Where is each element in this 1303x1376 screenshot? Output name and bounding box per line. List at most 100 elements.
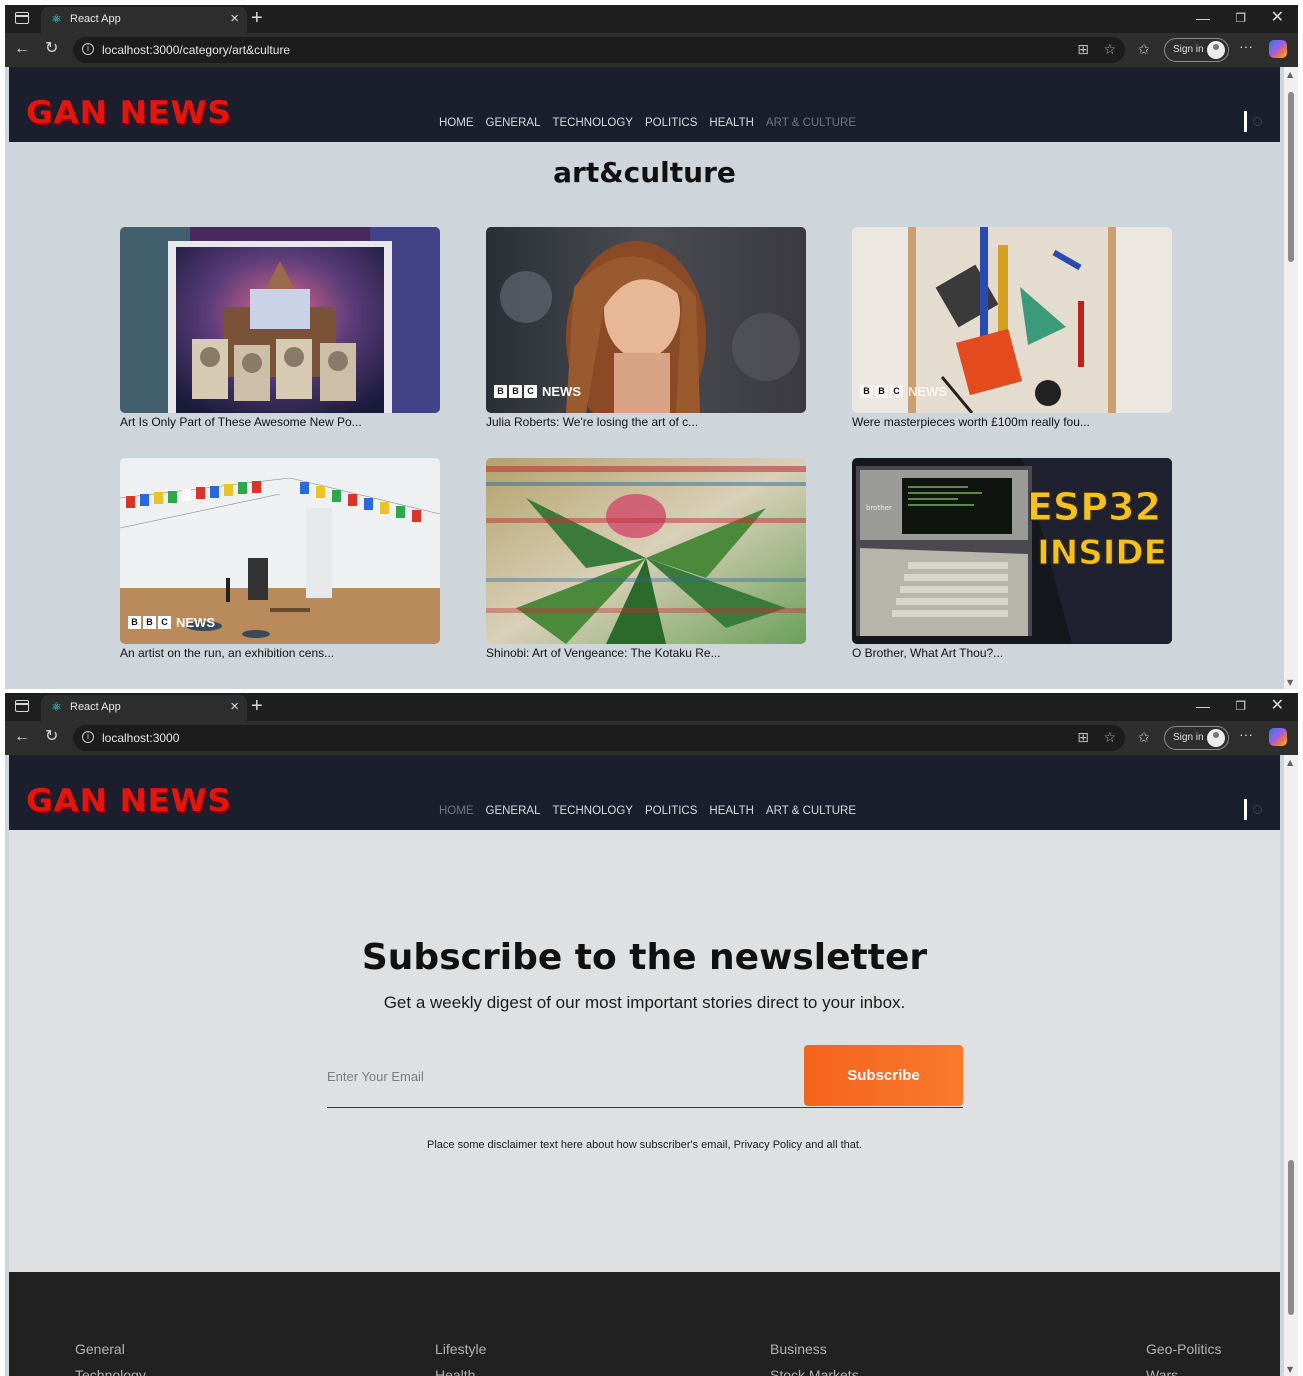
browser-window-category: ⚛ React App × + — ❐ ✕ ← ↻ i localhost:30… (5, 5, 1298, 689)
footer-column: Business Stock Markets (770, 1336, 859, 1376)
site-logo[interactable]: GAN NEWS (26, 95, 231, 131)
profile-avatar-icon (1207, 41, 1225, 59)
article-card[interactable]: Shinobi: Art of Vengeance: The Kotaku Re… (486, 458, 806, 660)
nav-general[interactable]: GENERAL (486, 805, 541, 817)
article-card[interactable]: BBC NEWS Were masterpieces worth £100m r… (852, 227, 1172, 429)
article-caption[interactable]: Art Is Only Part of These Awesome New Po… (120, 415, 440, 429)
email-field[interactable] (327, 1063, 797, 1089)
gallery-flags-image: BBC NEWS (120, 458, 440, 644)
sign-in-button[interactable]: Sign in (1164, 726, 1229, 750)
footer-link[interactable]: Business (770, 1336, 859, 1362)
copilot-icon[interactable] (1269, 728, 1287, 746)
favorites-icon[interactable]: ✩ (1138, 41, 1150, 59)
app-available-icon[interactable]: ⊞ (1077, 41, 1089, 59)
footer-link[interactable]: Lifestyle (435, 1336, 486, 1362)
category-title: art&culture (553, 156, 736, 189)
article-card[interactable]: BBC NEWS Julia Roberts: We're losing the… (486, 227, 806, 429)
url-text[interactable]: localhost:3000 (102, 731, 179, 745)
bbc-news-badge: BBC NEWS (128, 615, 215, 630)
scrollbar-thumb[interactable] (1288, 1160, 1294, 1315)
nav-art-culture[interactable]: ART & CULTURE (766, 805, 856, 817)
nav-home[interactable]: HOME (439, 805, 474, 817)
article-caption[interactable]: Were masterpieces worth £100m really fou… (852, 415, 1172, 429)
copilot-icon[interactable] (1269, 40, 1287, 58)
subscribe-button[interactable]: Subscribe (804, 1045, 963, 1106)
app-available-icon[interactable]: ⊞ (1077, 729, 1089, 747)
newsletter-disclaimer: Place some disclaimer text here about ho… (427, 1139, 862, 1151)
url-text[interactable]: localhost:3000/category/art&culture (102, 43, 290, 57)
tab-strip: ⚛ React App × + — ❐ ✕ (5, 693, 1298, 721)
nav-technology[interactable]: TECHNOLOGY (552, 805, 633, 817)
new-tab-button[interactable]: + (251, 7, 263, 29)
sign-in-label: Sign in (1173, 44, 1204, 55)
url-bar[interactable]: i localhost:3000 ⊞ ☆ (73, 725, 1125, 751)
more-menu-icon[interactable]: ··· (1239, 38, 1253, 54)
favorite-star-icon[interactable]: ☆ (1103, 41, 1116, 59)
scroll-up-arrow-icon[interactable]: ▲ (1287, 758, 1293, 767)
favorite-star-icon[interactable]: ☆ (1103, 729, 1116, 747)
nav-technology[interactable]: TECHNOLOGY (552, 117, 633, 129)
page-scrollbar[interactable]: ▲ ▼ (1284, 67, 1298, 689)
scroll-up-arrow-icon[interactable]: ▲ (1287, 70, 1293, 79)
close-tab-icon[interactable]: × (230, 11, 239, 26)
footer-link[interactable]: Wars (1146, 1362, 1221, 1376)
svg-text:INSIDE: INSIDE (1037, 533, 1167, 573)
portrait-photo-image: BBC NEWS (486, 227, 806, 413)
ghostbusters-art-image (120, 227, 440, 413)
page-scrollbar[interactable]: ▲ ▼ (1284, 755, 1298, 1376)
bbc-news-badge: BBC NEWS (494, 384, 581, 399)
nav-general[interactable]: GENERAL (486, 117, 541, 129)
restore-button[interactable]: ❐ (1235, 696, 1246, 716)
minimize-button[interactable]: — (1196, 696, 1210, 716)
search-box[interactable] (1244, 799, 1270, 821)
browser-tab[interactable]: ⚛ React App × (41, 695, 247, 721)
new-tab-button[interactable]: + (251, 695, 263, 717)
close-window-button[interactable]: ✕ (1271, 696, 1284, 716)
nav-politics[interactable]: POLITICS (645, 805, 697, 817)
footer-link[interactable]: Geo-Politics (1146, 1336, 1221, 1362)
footer-link[interactable]: Stock Markets (770, 1362, 859, 1376)
scroll-down-arrow-icon[interactable]: ▼ (1287, 1365, 1293, 1374)
article-caption[interactable]: O Brother, What Art Thou?... (852, 646, 1172, 660)
site-info-icon[interactable]: i (82, 731, 94, 743)
search-icon[interactable] (1253, 117, 1262, 126)
article-caption[interactable]: Julia Roberts: We're losing the art of c… (486, 415, 806, 429)
footer-link[interactable]: Technology (75, 1362, 146, 1376)
page-viewport: GAN NEWS HOME GENERAL TECHNOLOGY POLITIC… (9, 67, 1280, 689)
url-bar[interactable]: i localhost:3000/category/art&culture ⊞ … (73, 37, 1125, 63)
tab-strip: ⚛ React App × + — ❐ ✕ (5, 5, 1298, 33)
article-caption[interactable]: Shinobi: Art of Vengeance: The Kotaku Re… (486, 646, 806, 660)
more-menu-icon[interactable]: ··· (1239, 726, 1253, 742)
minimize-button[interactable]: — (1196, 8, 1210, 28)
site-logo[interactable]: GAN NEWS (26, 783, 231, 819)
site-info-icon[interactable]: i (82, 43, 94, 55)
nav-health[interactable]: HEALTH (709, 117, 754, 129)
article-card[interactable]: Art Is Only Part of These Awesome New Po… (120, 227, 440, 429)
nav-politics[interactable]: POLITICS (645, 117, 697, 129)
footer-link[interactable]: Health (435, 1362, 486, 1376)
browser-tab[interactable]: ⚛ React App × (41, 7, 247, 33)
back-button[interactable]: ← (14, 727, 30, 747)
scrollbar-thumb[interactable] (1288, 92, 1294, 262)
window-menu-icon[interactable] (15, 700, 29, 712)
search-box[interactable] (1244, 111, 1270, 133)
footer-link[interactable]: General (75, 1336, 146, 1362)
restore-button[interactable]: ❐ (1235, 8, 1246, 28)
esp32-laptop-image: brother ESP32 INSIDE (852, 458, 1172, 644)
favorites-icon[interactable]: ✩ (1138, 729, 1150, 747)
search-icon[interactable] (1253, 805, 1262, 814)
article-caption[interactable]: An artist on the run, an exhibition cens… (120, 646, 440, 660)
close-tab-icon[interactable]: × (230, 699, 239, 714)
nav-home[interactable]: HOME (439, 117, 474, 129)
close-window-button[interactable]: ✕ (1271, 8, 1284, 28)
reload-button[interactable]: ↻ (45, 39, 58, 59)
nav-health[interactable]: HEALTH (709, 805, 754, 817)
nav-art-culture[interactable]: ART & CULTURE (766, 117, 856, 129)
article-card[interactable]: brother ESP32 INSIDE O Brother, What Art… (852, 458, 1172, 660)
window-menu-icon[interactable] (15, 12, 29, 24)
article-card[interactable]: BBC NEWS An artist on the run, an exhibi… (120, 458, 440, 660)
reload-button[interactable]: ↻ (45, 727, 58, 747)
sign-in-button[interactable]: Sign in (1164, 38, 1229, 62)
back-button[interactable]: ← (14, 39, 30, 59)
scroll-down-arrow-icon[interactable]: ▼ (1287, 678, 1293, 687)
